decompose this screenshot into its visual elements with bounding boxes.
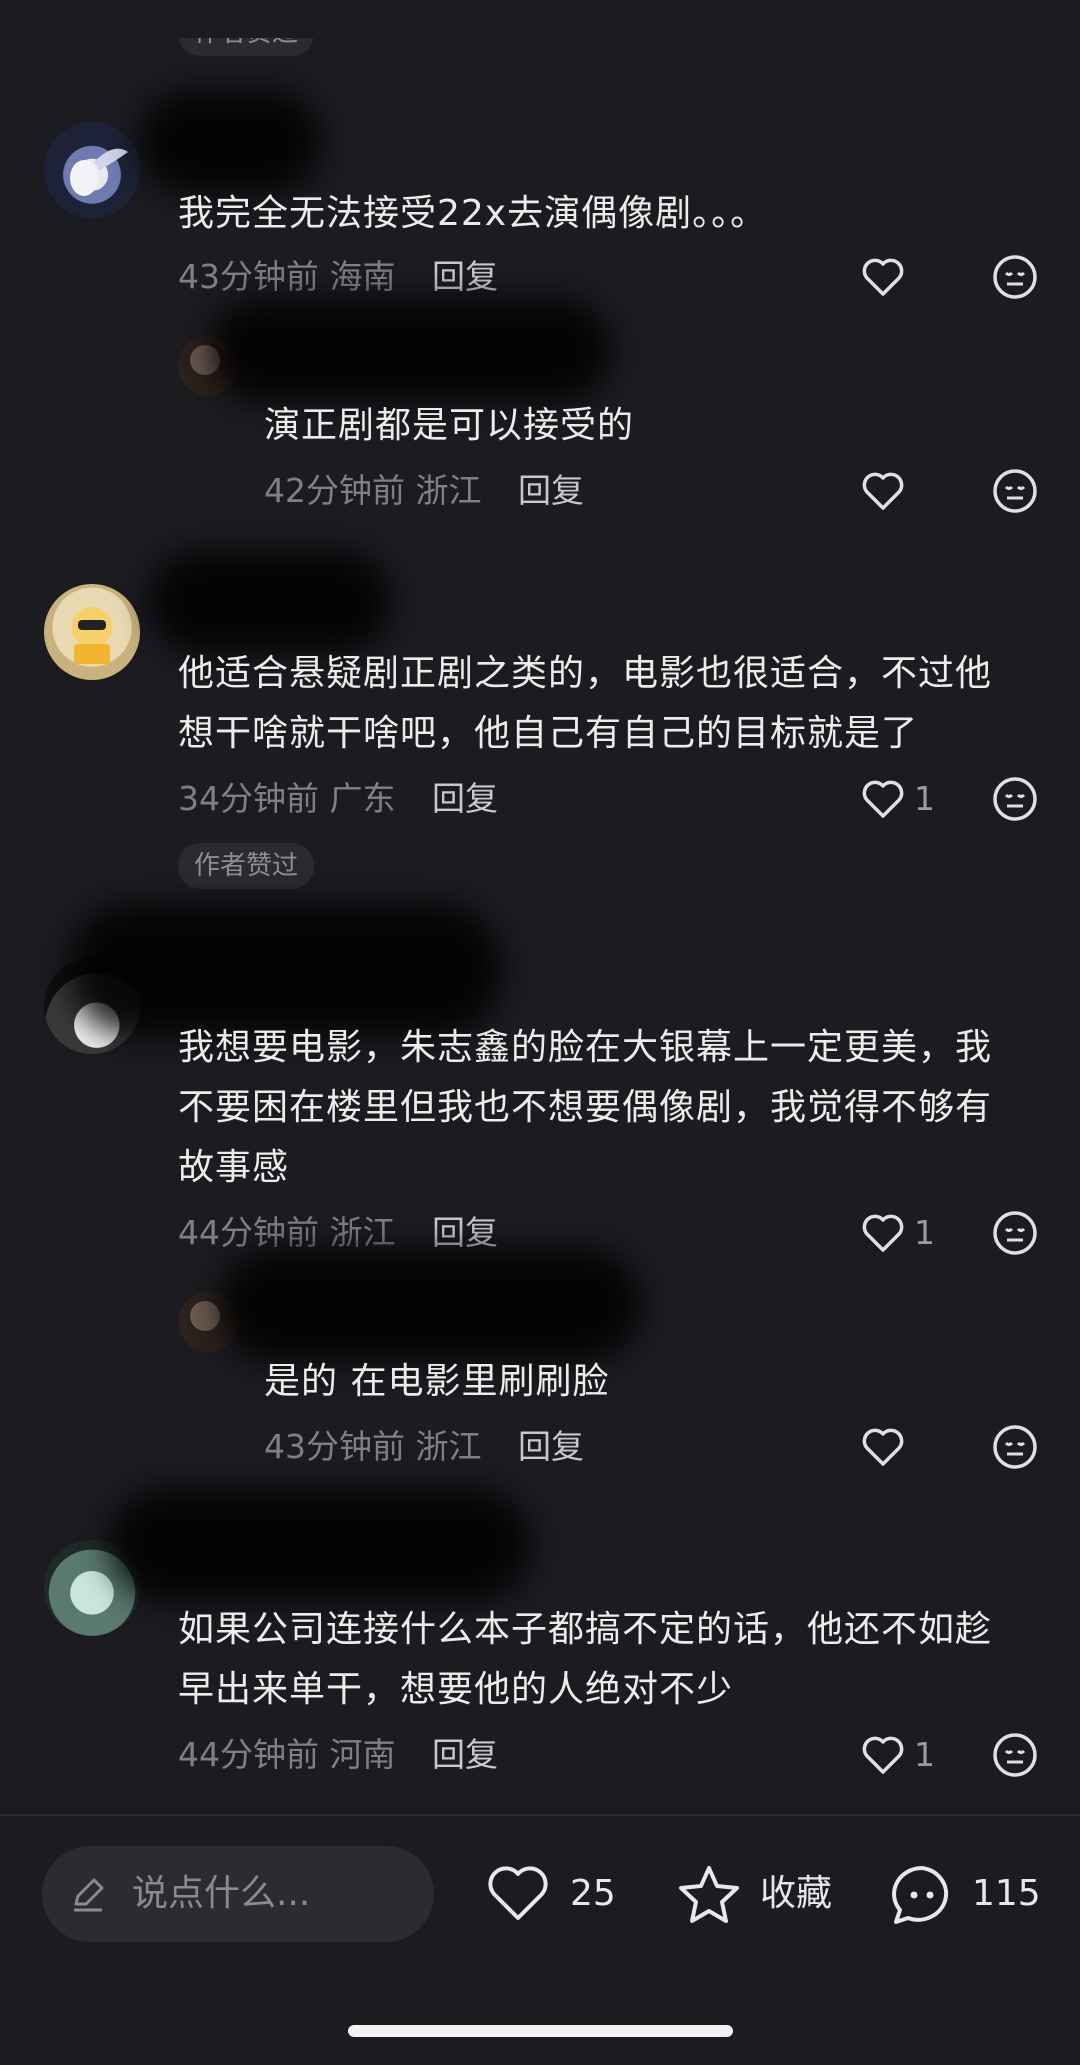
reply-button[interactable]: 回复 [518, 471, 584, 510]
dislike-button[interactable] [990, 252, 1040, 302]
collect-button[interactable]: 收藏 [676, 1846, 846, 1942]
comment-count: 115 [972, 1873, 1041, 1914]
meh-face-icon [993, 1211, 1037, 1255]
meh-face-icon [993, 1425, 1037, 1469]
comment-region: 浙江 [415, 1427, 482, 1466]
heart-icon [862, 780, 904, 818]
avatar[interactable] [44, 122, 140, 218]
like-count: 25 [570, 1873, 616, 1914]
comment-time: 42分钟前 [264, 471, 405, 510]
dislike-button[interactable] [990, 1730, 1040, 1780]
like-post-button[interactable]: 25 [486, 1846, 626, 1942]
comment-time: 43分钟前 [264, 1427, 405, 1466]
comments-button[interactable]: 115 [888, 1846, 1058, 1942]
input-placeholder: 说点什么... [132, 1873, 311, 1914]
avatar[interactable] [44, 584, 140, 680]
meh-face-icon [993, 255, 1037, 299]
redacted-username [210, 300, 610, 400]
comment-region: 广东 [329, 779, 396, 818]
redacted-username [220, 1250, 640, 1360]
chat-bubble-icon [892, 1866, 949, 1924]
reply-button[interactable]: 回复 [432, 1213, 498, 1252]
meh-face-icon [993, 1733, 1037, 1777]
angel-cat-icon [70, 148, 128, 196]
comment-text: 我想要电影，朱志鑫的脸在大银幕上一定更美，我 不要困在楼里但我也不想要偶像剧，我… [178, 1027, 993, 1188]
heart-icon [488, 1866, 548, 1920]
heart-icon [862, 1214, 904, 1252]
reply-button[interactable]: 回复 [432, 779, 498, 818]
comment-region: 浙江 [329, 1213, 396, 1252]
like-button[interactable] [858, 1208, 908, 1258]
comment-time: 44分钟前 [178, 1213, 319, 1252]
reply-button[interactable]: 回复 [518, 1427, 584, 1466]
heart-icon [862, 1428, 904, 1466]
like-button[interactable] [858, 774, 908, 824]
cat-reading-icon [74, 620, 110, 664]
author-liked-badge: 作者赞过 [178, 843, 315, 889]
redacted-username [70, 905, 500, 1035]
meh-face-icon [993, 469, 1037, 513]
pencil-icon [74, 1878, 104, 1912]
comment-text: 我完全无法接受22x去演偶像剧。。。 [178, 193, 768, 234]
comment-time: 44分钟前 [178, 1735, 319, 1774]
dislike-button[interactable] [990, 1422, 1040, 1472]
comment-region: 浙江 [415, 471, 482, 510]
like-count: 1 [914, 1735, 935, 1774]
like-button[interactable] [858, 1730, 908, 1780]
dislike-button[interactable] [990, 774, 1040, 824]
comment-meta: 43分钟前 海南 回复 [178, 252, 498, 302]
heart-icon [862, 1736, 904, 1774]
dislike-button[interactable] [990, 466, 1040, 516]
reply-text: 演正剧都是可以接受的 [264, 405, 635, 446]
comment-region: 河南 [329, 1735, 396, 1774]
reply-meta: 43分钟前 浙江 回复 [264, 1422, 584, 1472]
reply-button[interactable]: 回复 [432, 1735, 498, 1774]
like-count: 1 [914, 1213, 935, 1252]
comment-text: 如果公司连接什么本子都搞不定的话，他还不如趁 早出来单干，想要他的人绝对不少 [178, 1609, 993, 1710]
comment-input[interactable]: 说点什么... [42, 1846, 434, 1942]
dislike-button[interactable] [990, 1208, 1040, 1258]
comment-time: 34分钟前 [178, 779, 319, 818]
like-button[interactable] [858, 466, 908, 516]
reply-text: 是的 在电影里刷刷脸 [264, 1361, 610, 1402]
comment-text: 他适合悬疑剧正剧之类的，电影也很适合，不过他 想干啥就干啥吧，他自己有自己的目标… [178, 653, 993, 754]
meh-face-icon [993, 777, 1037, 821]
comment-meta: 34分钟前 广东 回复 [178, 774, 498, 824]
heart-icon [862, 472, 904, 510]
like-count: 1 [914, 779, 935, 818]
like-button[interactable] [858, 1422, 908, 1472]
redacted-username [110, 1490, 530, 1600]
redacted-username [150, 552, 390, 652]
star-icon [679, 1866, 739, 1923]
reply-meta: 42分钟前 浙江 回复 [264, 466, 584, 516]
reply-button[interactable]: 回复 [432, 257, 498, 296]
redacted-username [140, 92, 320, 192]
heart-icon [862, 258, 904, 296]
like-button[interactable] [858, 252, 908, 302]
comment-time: 43分钟前 [178, 257, 319, 296]
comment-region: 海南 [329, 257, 396, 296]
collect-label: 收藏 [760, 1873, 833, 1914]
home-indicator[interactable] [348, 2025, 733, 2037]
comment-meta: 44分钟前 河南 回复 [178, 1730, 498, 1780]
